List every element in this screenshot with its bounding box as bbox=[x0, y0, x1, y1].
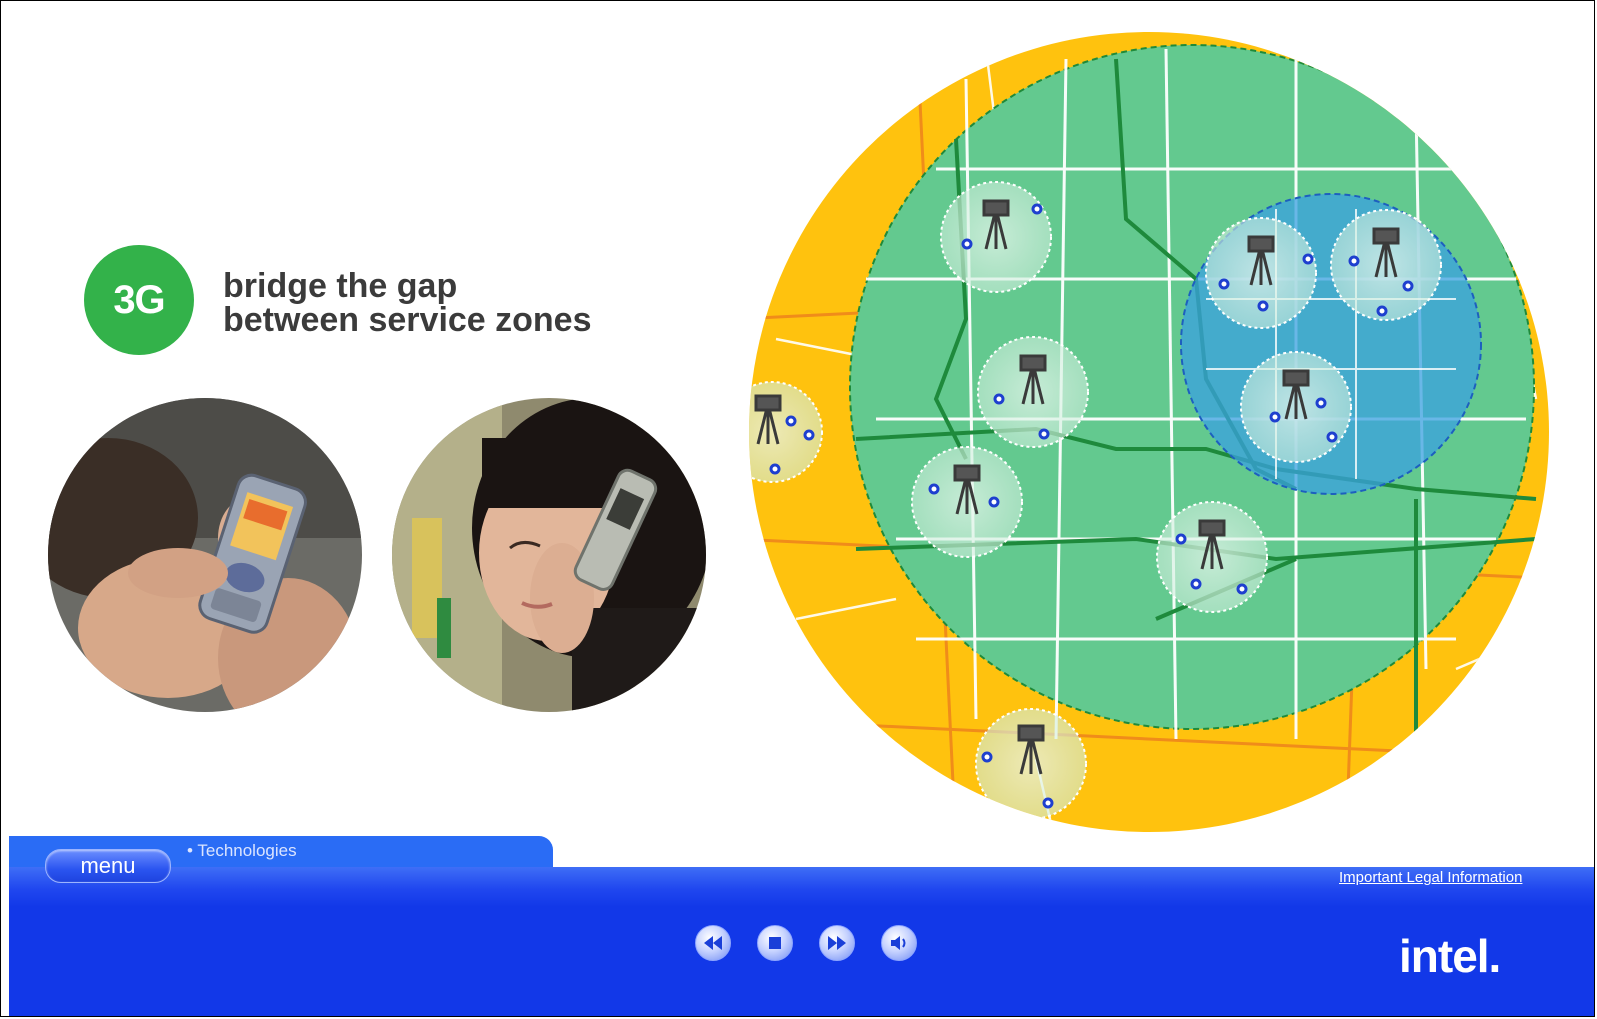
fast-forward-icon bbox=[828, 936, 846, 950]
stop-icon bbox=[769, 937, 781, 949]
photo-phone-call bbox=[392, 398, 706, 712]
headline: bridge the gap between service zones bbox=[223, 269, 592, 337]
breadcrumb-technologies[interactable]: • Technologies bbox=[187, 841, 297, 861]
intel-logo-text: intel. bbox=[1399, 930, 1501, 982]
fast-forward-button[interactable] bbox=[819, 925, 855, 961]
headline-line1: bridge the gap bbox=[223, 267, 458, 305]
rewind-icon bbox=[704, 936, 722, 950]
legal-info-link[interactable]: Important Legal Information bbox=[1339, 869, 1522, 886]
menu-button-label: menu bbox=[80, 853, 136, 878]
photo-texting bbox=[48, 398, 362, 712]
volume-icon bbox=[891, 936, 906, 950]
rewind-button[interactable] bbox=[695, 925, 731, 961]
headline-line2: between service zones bbox=[223, 301, 592, 339]
badge-text: 3G bbox=[113, 277, 165, 322]
volume-button[interactable] bbox=[881, 925, 917, 961]
presentation-frame: 3G bridge the gap between service zones bbox=[0, 0, 1595, 1017]
coverage-map bbox=[736, 19, 1562, 845]
3g-badge: 3G bbox=[84, 245, 194, 355]
menu-button[interactable]: menu bbox=[45, 849, 171, 883]
playback-controls bbox=[695, 925, 917, 961]
stop-button[interactable] bbox=[757, 925, 793, 961]
intel-logo: intel. bbox=[1399, 929, 1501, 983]
